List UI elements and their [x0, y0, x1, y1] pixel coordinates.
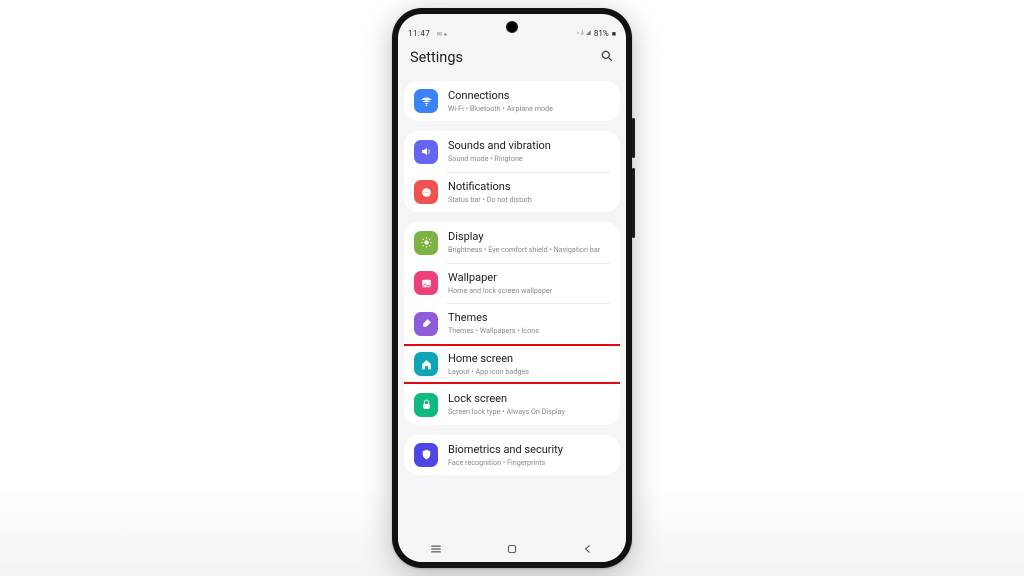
- settings-item-title: Lock screen: [448, 392, 565, 406]
- settings-item-text: Home screenLayout • App icon badges: [448, 352, 529, 376]
- settings-item-subtitle: Face recognition • Fingerprints: [448, 458, 563, 468]
- settings-item-sounds[interactable]: Sounds and vibrationSound mode • Rington…: [404, 131, 620, 171]
- settings-item-subtitle: Layout • App icon badges: [448, 367, 529, 377]
- settings-item-text: Biometrics and securityFace recognition …: [448, 443, 563, 467]
- settings-item-subtitle: Sound mode • Ringtone: [448, 154, 551, 164]
- android-nav-bar: [398, 536, 626, 562]
- settings-group: DisplayBrightness • Eye comfort shield •…: [404, 222, 620, 424]
- settings-item-title: Connections: [448, 89, 553, 103]
- settings-item-text: Sounds and vibrationSound mode • Rington…: [448, 139, 551, 163]
- settings-item-home[interactable]: Home screenLayout • App icon badges: [404, 344, 620, 384]
- bell-off-icon: [414, 180, 438, 204]
- phone-screen: 11:47 ✉ ▸ ◦ ⫰ ◢ 81% ■ Settings Connectio…: [398, 14, 626, 562]
- settings-list: ConnectionsWi-Fi • Bluetooth • Airplane …: [398, 81, 626, 485]
- status-time: 11:47: [408, 29, 430, 38]
- settings-item-text: ThemesThemes • Wallpapers • Icons: [448, 311, 539, 335]
- settings-item-title: Home screen: [448, 352, 529, 366]
- settings-item-title: Sounds and vibration: [448, 139, 551, 153]
- settings-item-subtitle: Screen lock type • Always On Display: [448, 407, 565, 417]
- settings-item-title: Themes: [448, 311, 539, 325]
- settings-item-title: Wallpaper: [448, 271, 552, 285]
- settings-item-notifications[interactable]: NotificationsStatus bar • Do not disturb: [404, 172, 620, 212]
- settings-item-subtitle: Status bar • Do not disturb: [448, 195, 532, 205]
- wifi-icon: [414, 89, 438, 113]
- status-icons-left: ✉ ▸: [437, 31, 448, 38]
- brush-icon: [414, 312, 438, 336]
- settings-item-title: Notifications: [448, 180, 532, 194]
- picture-icon: [414, 271, 438, 295]
- sound-icon: [414, 140, 438, 164]
- settings-item-wallpaper[interactable]: WallpaperHome and lock screen wallpaper: [404, 263, 620, 303]
- settings-group: Biometrics and securityFace recognition …: [404, 435, 620, 475]
- battery-icon: ■: [612, 30, 616, 38]
- settings-item-themes[interactable]: ThemesThemes • Wallpapers • Icons: [404, 303, 620, 343]
- side-button: [632, 118, 635, 158]
- settings-item-text: WallpaperHome and lock screen wallpaper: [448, 271, 552, 295]
- recents-button[interactable]: [427, 540, 445, 558]
- back-button[interactable]: [579, 540, 597, 558]
- settings-item-connections[interactable]: ConnectionsWi-Fi • Bluetooth • Airplane …: [404, 81, 620, 121]
- front-camera: [507, 22, 517, 32]
- settings-item-text: DisplayBrightness • Eye comfort shield •…: [448, 230, 600, 254]
- settings-item-subtitle: Home and lock screen wallpaper: [448, 286, 552, 296]
- settings-item-subtitle: Wi-Fi • Bluetooth • Airplane mode: [448, 104, 553, 114]
- settings-item-title: Display: [448, 230, 600, 244]
- settings-item-biometrics[interactable]: Biometrics and securityFace recognition …: [404, 435, 620, 475]
- shield-icon: [414, 443, 438, 467]
- header: Settings: [398, 38, 626, 81]
- settings-item-text: NotificationsStatus bar • Do not disturb: [448, 180, 532, 204]
- phone-frame: 11:47 ✉ ▸ ◦ ⫰ ◢ 81% ■ Settings Connectio…: [392, 8, 632, 568]
- status-battery-pct: 81%: [594, 29, 609, 38]
- settings-item-subtitle: Brightness • Eye comfort shield • Naviga…: [448, 245, 600, 255]
- status-signal: ◦ ⫰ ◢: [577, 29, 591, 38]
- home-icon: [414, 352, 438, 376]
- sun-icon: [414, 231, 438, 255]
- page-title: Settings: [410, 49, 463, 66]
- home-button[interactable]: [503, 540, 521, 558]
- settings-item-subtitle: Themes • Wallpapers • Icons: [448, 326, 539, 336]
- lock-icon: [414, 393, 438, 417]
- settings-item-lock[interactable]: Lock screenScreen lock type • Always On …: [404, 384, 620, 424]
- settings-group: Sounds and vibrationSound mode • Rington…: [404, 131, 620, 212]
- settings-item-title: Biometrics and security: [448, 443, 563, 457]
- settings-item-text: ConnectionsWi-Fi • Bluetooth • Airplane …: [448, 89, 553, 113]
- settings-group: ConnectionsWi-Fi • Bluetooth • Airplane …: [404, 81, 620, 121]
- settings-item-display[interactable]: DisplayBrightness • Eye comfort shield •…: [404, 222, 620, 262]
- search-icon[interactable]: [600, 48, 614, 67]
- settings-item-text: Lock screenScreen lock type • Always On …: [448, 392, 565, 416]
- side-button: [632, 168, 635, 238]
